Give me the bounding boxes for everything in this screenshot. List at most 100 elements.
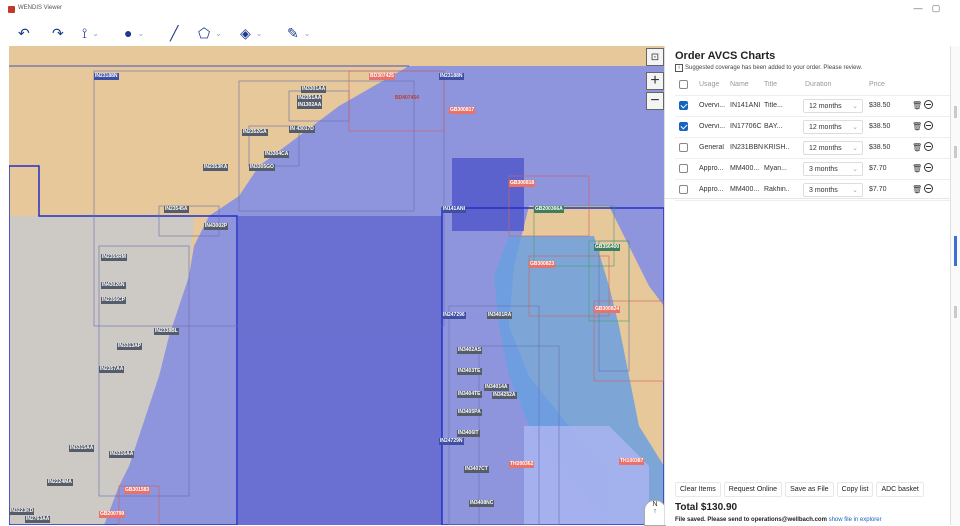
chevron-down-icon[interactable]: ⌄: [304, 29, 311, 38]
chart-label[interactable]: IN3316AA: [109, 451, 135, 458]
chart-label[interactable]: IN2763AA: [25, 516, 51, 523]
chevron-down-icon[interactable]: ⌄: [215, 29, 222, 38]
adc-basket-button[interactable]: ADC basket: [876, 482, 924, 497]
chart-label[interactable]: IN34014A: [484, 384, 509, 391]
chart-label[interactable]: IN3402AS: [457, 347, 483, 354]
line-button[interactable]: ╱: [170, 23, 178, 43]
select-all-checkbox[interactable]: [679, 80, 688, 89]
right-side-rail[interactable]: [950, 46, 960, 525]
rail-tab[interactable]: [954, 306, 957, 318]
chart-label[interactable]: GB300818: [509, 180, 536, 187]
zoom-in-button[interactable]: +: [646, 72, 664, 90]
chart-label[interactable]: IN3301AA: [301, 86, 327, 93]
chart-label[interactable]: GB300824: [594, 306, 621, 313]
pin-button[interactable]: ● ⌄: [124, 23, 144, 43]
row-checkbox[interactable]: [679, 185, 688, 194]
route-button[interactable]: ⟟ ⌄: [82, 23, 99, 43]
chart-label[interactable]: IN247296: [442, 312, 466, 319]
maximize-button[interactable]: ▢: [929, 3, 943, 14]
undo-button[interactable]: ↶: [18, 23, 30, 43]
clear-items-button[interactable]: Clear Items: [675, 482, 721, 497]
rail-tab[interactable]: [954, 106, 957, 118]
show-in-explorer-link[interactable]: show file in explorer: [829, 517, 882, 523]
remove-circle-icon[interactable]: [924, 163, 933, 172]
redo-button[interactable]: ↷: [52, 23, 64, 43]
chart-label[interactable]: GB301583: [124, 487, 151, 494]
trash-icon[interactable]: 🗑: [912, 122, 922, 131]
remove-circle-icon[interactable]: [924, 100, 933, 109]
chart-label[interactable]: IN3408NC: [469, 500, 495, 507]
chart-label[interactable]: IN3401RA: [487, 312, 513, 319]
trash-icon[interactable]: 🗑: [912, 164, 922, 173]
table-row[interactable]: Appro... MM400... Myan... 3 months ⌄ $7.70 🗑: [675, 159, 951, 180]
row-checkbox[interactable]: [679, 143, 688, 152]
trash-icon[interactable]: 🗑: [912, 143, 922, 152]
chart-label[interactable]: IN2356CP: [101, 297, 127, 304]
chart-label[interactable]: IN24729N: [439, 438, 464, 445]
chart-label[interactable]: IN2351AA: [297, 95, 323, 102]
chart-label[interactable]: IN3305GO: [249, 164, 275, 171]
chart-label[interactable]: IN2338BL: [154, 328, 179, 335]
chevron-down-icon[interactable]: ⌄: [256, 29, 263, 38]
duration-select[interactable]: 12 months ⌄: [803, 141, 863, 155]
chart-label[interactable]: IN3313AP: [117, 343, 143, 350]
chart-label[interactable]: IN 43017D: [289, 126, 315, 133]
layers-button[interactable]: ◈ ⌄: [240, 23, 262, 43]
chart-label[interactable]: IN2224MA: [47, 479, 73, 486]
trash-icon[interactable]: 🗑: [912, 101, 922, 110]
chart-label[interactable]: GB300817: [449, 107, 476, 114]
chart-label[interactable]: IN23545A: [164, 206, 189, 213]
minimize-button[interactable]: —: [911, 3, 925, 13]
chart-label[interactable]: IN3315AA: [69, 445, 95, 452]
chart-label[interactable]: IN3404TE: [457, 391, 482, 398]
chart-label[interactable]: GB356400: [594, 244, 621, 251]
chevron-down-icon[interactable]: ⌄: [92, 29, 99, 38]
save-as-file-button[interactable]: Save as File: [785, 482, 834, 497]
chart-map[interactable]: IN23188N IN23188N BD307425 BD407454 IN3301AA…: [9, 46, 664, 525]
chevron-down-icon[interactable]: ⌄: [137, 29, 144, 38]
row-checkbox[interactable]: [679, 122, 688, 131]
chart-label[interactable]: IN1302AA: [297, 102, 323, 109]
chart-label[interactable]: IN23188N: [94, 73, 119, 80]
trash-icon[interactable]: 🗑: [912, 185, 922, 194]
chart-label[interactable]: IN2355RM: [101, 254, 127, 261]
zoom-out-button[interactable]: −: [646, 92, 664, 110]
chart-label[interactable]: IN3405PA: [457, 409, 482, 416]
rail-tab[interactable]: [954, 146, 957, 158]
chart-label[interactable]: IN2353KA: [203, 164, 229, 171]
fit-view-button[interactable]: ⊡: [646, 48, 664, 66]
duration-select[interactable]: 12 months ⌄: [803, 120, 863, 134]
chart-label[interactable]: TH200362: [509, 461, 535, 468]
chart-label[interactable]: IN141ANI: [442, 206, 466, 213]
chart-label[interactable]: IN2357AA: [99, 366, 125, 373]
remove-circle-icon[interactable]: [924, 184, 933, 193]
table-row[interactable]: General IN231BBN KRISH... 12 months ⌄ $38.50 🗑: [675, 138, 951, 159]
chart-label[interactable]: IN3406IT: [457, 430, 480, 437]
select-button[interactable]: ✎ ⌄: [287, 23, 310, 43]
chart-label[interactable]: GB200799: [99, 511, 126, 518]
chart-label[interactable]: GB300823: [529, 261, 556, 268]
duration-select[interactable]: 3 months ⌄: [803, 183, 863, 197]
chart-label[interactable]: IN3403TE: [457, 368, 482, 375]
chart-label[interactable]: IN43026N: [101, 282, 126, 289]
table-row[interactable]: Overvi... IN17706C BAY... 12 months ⌄ $38.50 🗑: [675, 117, 951, 138]
remove-circle-icon[interactable]: [924, 142, 933, 151]
remove-circle-icon[interactable]: [924, 121, 933, 130]
row-checkbox[interactable]: [679, 164, 688, 173]
row-checkbox[interactable]: [679, 101, 688, 110]
chart-label[interactable]: IN3304CA: [264, 151, 290, 158]
chart-label[interactable]: TH100387: [619, 458, 645, 465]
chart-label[interactable]: IN3223KD: [9, 508, 35, 515]
chart-label[interactable]: BD407454: [394, 95, 420, 102]
chart-label[interactable]: IN23188N: [439, 73, 464, 80]
chart-label[interactable]: IN34252A: [492, 392, 517, 399]
duration-select[interactable]: 3 months ⌄: [803, 162, 863, 176]
chart-label[interactable]: GB200366A: [534, 206, 564, 213]
chart-label[interactable]: BD307425: [369, 73, 395, 80]
copy-list-button[interactable]: Copy list: [836, 482, 874, 497]
chart-label[interactable]: IN2352GA: [242, 129, 268, 136]
compass-button[interactable]: N ↑: [644, 500, 666, 526]
polygon-button[interactable]: ⬠ ⌄: [198, 23, 222, 43]
table-row[interactable]: Overvi... IN141ANI Title... 12 months ⌄ $38.5…: [675, 96, 951, 117]
duration-select[interactable]: 12 months ⌄: [803, 99, 863, 113]
